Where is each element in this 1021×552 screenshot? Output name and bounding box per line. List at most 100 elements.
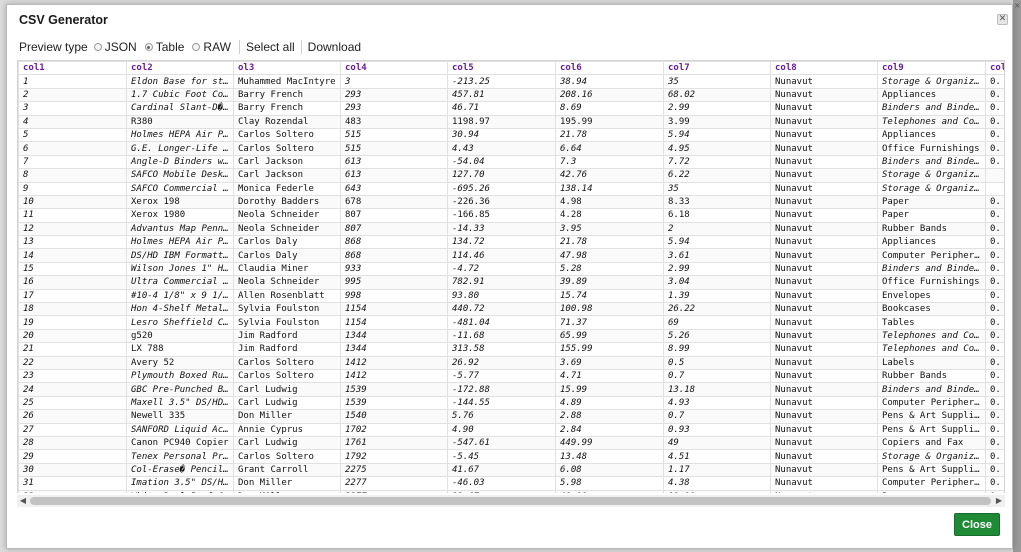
table-cell: 7.72 — [663, 154, 771, 170]
table-cell: 7 — [18, 154, 127, 170]
table-cell: 0. — [985, 409, 1004, 424]
table-cell: Angle-D Binders wit… — [126, 154, 234, 170]
table-cell: Nunavut — [770, 101, 878, 116]
table-cell: 3.95 — [555, 221, 664, 237]
table-cell: 313.58 — [447, 342, 556, 357]
table-cell: Don Miller — [233, 476, 341, 491]
table-cell: 93.80 — [447, 288, 556, 304]
table-cell: 31 — [18, 476, 127, 491]
table-cell: 28 — [18, 435, 127, 451]
download-button[interactable]: Download — [308, 40, 361, 54]
close-x-icon[interactable]: ✕ — [997, 14, 1008, 25]
table-cell: Carl Ludwig — [233, 382, 341, 397]
table-cell: 0. — [985, 302, 1004, 317]
table-cell: Carl Jackson — [233, 168, 341, 183]
csv-generator-dialog: CSV Generator ✕ Preview type JSON Table … — [6, 4, 1013, 549]
table-cell: Nunavut — [770, 235, 878, 250]
background-close-icon: × — [1014, 1, 1020, 10]
table-cell: Office Furnishings — [877, 141, 986, 156]
table-cell: -547.61 — [447, 435, 556, 451]
table-cell: 114.46 — [447, 248, 556, 263]
table-cell: -226.36 — [447, 194, 556, 210]
table-cell: Nunavut — [770, 127, 878, 143]
table-cell: 208.16 — [555, 87, 664, 103]
table-cell: 16 — [18, 275, 127, 290]
table-cell: Computer Peripherals — [877, 395, 986, 411]
table-cell: 2.99 — [663, 101, 771, 116]
table-cell: 2277 — [340, 476, 448, 491]
column-header: col1 — [18, 61, 127, 76]
table-cell: 1539 — [340, 382, 448, 397]
table-cell: Tables — [877, 315, 986, 330]
table-cell: Don Miller — [233, 409, 341, 424]
arrow-right-icon[interactable]: ▶ — [993, 495, 1005, 507]
table-body: 1 Eldon Base for stac… Muhammed MacIntyre 3… — [18, 74, 1004, 493]
table-cell: 24 — [18, 382, 127, 397]
table-cell: -14.33 — [447, 221, 556, 237]
table-cell: 0. — [985, 208, 1004, 223]
table-cell: 13 — [18, 235, 127, 250]
table-cell: 0. — [985, 489, 1004, 493]
table-cell: 17 — [18, 288, 127, 304]
scrollbar-thumb[interactable] — [30, 497, 991, 505]
table-cell: 5.28 — [555, 261, 664, 277]
preview-option-table[interactable]: Table — [144, 40, 184, 54]
table-row: 15 Wilson Jones 1" Han… Claudia Miner 933 -4… — [18, 261, 1004, 277]
table-cell: Binders and Binder … — [877, 154, 986, 170]
table-cell: g520 — [126, 328, 234, 344]
column-header: col4 — [340, 61, 448, 76]
arrow-left-icon[interactable]: ◀ — [17, 495, 29, 507]
radio-table[interactable] — [144, 43, 153, 51]
table-cell: 933 — [340, 261, 448, 277]
table-row: 31 Imation 3.5" DS/HD … Don Miller 2277 -46.… — [18, 476, 1004, 491]
table-cell: Nunavut — [770, 368, 878, 384]
table-cell: Dorothy Badders — [233, 194, 341, 210]
table-row: 28 Canon PC940 Copier Carl Ludwig 1761 -547.… — [18, 435, 1004, 451]
preview-option-raw[interactable]: RAW — [192, 40, 231, 54]
table-cell: 9 — [18, 181, 127, 196]
table-cell: 1.7 Cubic Foot Comp… — [126, 87, 234, 103]
horizontal-scrollbar[interactable]: ◀ ▶ — [17, 495, 1005, 507]
table-cell: Holmes HEPA Air Pur… — [126, 127, 234, 143]
table-cell: 46.71 — [447, 101, 556, 116]
table-cell: Barry French — [233, 87, 341, 103]
table-preview: col1 col2 ol3 col4 col5 col6 col7 col8 col9 col 1… — [17, 60, 1005, 493]
table-cell: Lesro Sheffield Col… — [126, 315, 234, 330]
preview-option-json[interactable]: JSON — [93, 40, 137, 54]
table-cell: Nunavut — [770, 355, 878, 370]
table-cell: 613 — [340, 154, 448, 170]
table-cell: 14 — [18, 248, 127, 263]
column-header: col9 — [877, 61, 986, 76]
table-cell: 155.99 — [555, 342, 664, 357]
table-cell: Storage & Organizat… — [877, 449, 986, 464]
table-cell: Nunavut — [770, 395, 878, 411]
table-cell: Nunavut — [770, 422, 878, 437]
radio-raw[interactable] — [192, 43, 201, 51]
table-cell: 15 — [18, 261, 127, 277]
table-cell: 0. — [985, 74, 1004, 89]
radio-json[interactable] — [93, 43, 102, 51]
table-cell: 3.61 — [663, 248, 771, 263]
table-cell: Telephones and Comm… — [877, 342, 986, 357]
table-cell: 8 — [18, 168, 127, 183]
table-row: 6 G.E. Longer-Life In… Carlos Soltero 515 4.… — [18, 141, 1004, 156]
table-cell: 613 — [340, 168, 448, 183]
table-cell: Nunavut — [770, 328, 878, 344]
table-cell: Nunavut — [770, 114, 878, 129]
table-row: 30 Col-Erase� Pencils … Grant Carroll 2275 4… — [18, 462, 1004, 478]
table-cell: 29 — [18, 449, 127, 464]
table-cell: 26.92 — [447, 355, 556, 370]
select-all-button[interactable]: Select all — [246, 40, 295, 54]
table-cell: 0. — [985, 476, 1004, 491]
table-cell: 138.14 — [555, 181, 664, 196]
table-cell: 457.81 — [447, 87, 556, 103]
table-cell: 134.72 — [447, 235, 556, 250]
close-button[interactable]: Close — [954, 513, 1000, 536]
table-cell: Binders and Binder … — [877, 101, 986, 116]
table-cell: Nunavut — [770, 476, 878, 491]
table-row: 11 Xerox 1980 Neola Schneider 807 -166.85 4.2… — [18, 208, 1004, 223]
table-cell: 4.38 — [663, 476, 771, 491]
table-cell: 4.71 — [555, 368, 664, 384]
table-cell: Nunavut — [770, 382, 878, 397]
table-cell: 5.94 — [663, 235, 771, 250]
